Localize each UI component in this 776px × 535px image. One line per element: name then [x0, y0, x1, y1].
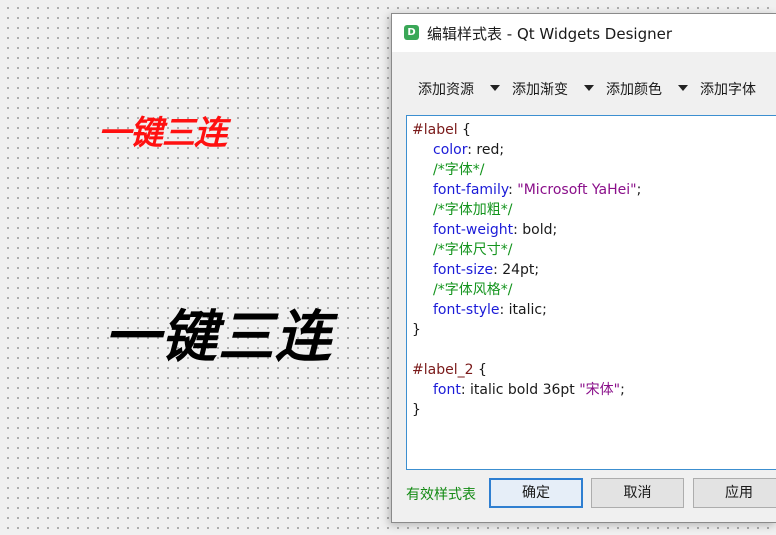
apply-button[interactable]: 应用: [693, 478, 776, 508]
code-line: }: [412, 402, 421, 418]
ok-button[interactable]: 确定: [489, 478, 583, 508]
add-color-button[interactable]: 添加颜色: [606, 79, 662, 99]
title-bar: D 编辑样式表 - Qt Widgets Designer: [392, 14, 776, 52]
stylesheet-toolbar: 添加资源 添加渐变 添加颜色 添加字体: [392, 70, 776, 104]
add-resource-dropdown-icon[interactable]: [490, 85, 500, 91]
code-line: }: [412, 322, 421, 338]
code-comment: /*字体*/: [433, 162, 485, 178]
label-red-preview: 一键三连: [98, 113, 227, 152]
code-line: font-style: italic;: [433, 302, 547, 318]
code-line: font-family: "Microsoft YaHei";: [433, 182, 642, 198]
code-comment: /*字体尺寸*/: [433, 242, 513, 258]
add-font-button[interactable]: 添加字体: [700, 79, 756, 99]
code-line: #label {: [412, 122, 471, 138]
stylesheet-editor[interactable]: #label { color: red; /*字体*/ font-family:…: [406, 115, 776, 470]
add-resource-button[interactable]: 添加资源: [418, 79, 474, 99]
cancel-button[interactable]: 取消: [591, 478, 684, 508]
code-line: color: red;: [433, 142, 505, 158]
code-comment: /*字体加粗*/: [433, 202, 513, 218]
code-comment: /*字体风格*/: [433, 282, 513, 298]
add-gradient-dropdown-icon[interactable]: [584, 85, 594, 91]
qt-designer-app-icon: D: [404, 25, 419, 40]
code-line: font: italic bold 36pt "宋体";: [433, 382, 625, 398]
label-2-preview: 一键三连: [104, 304, 332, 370]
window-title: 编辑样式表 - Qt Widgets Designer: [427, 25, 672, 43]
code-line: font-weight: bold;: [433, 222, 558, 238]
edit-stylesheet-dialog: D 编辑样式表 - Qt Widgets Designer 添加资源 添加渐变 …: [391, 13, 776, 523]
add-color-dropdown-icon[interactable]: [678, 85, 688, 91]
code-line: #label_2 {: [412, 362, 487, 378]
add-gradient-button[interactable]: 添加渐变: [512, 79, 568, 99]
code-line: font-size: 24pt;: [433, 262, 540, 278]
valid-stylesheet-status: 有效样式表: [406, 487, 476, 503]
